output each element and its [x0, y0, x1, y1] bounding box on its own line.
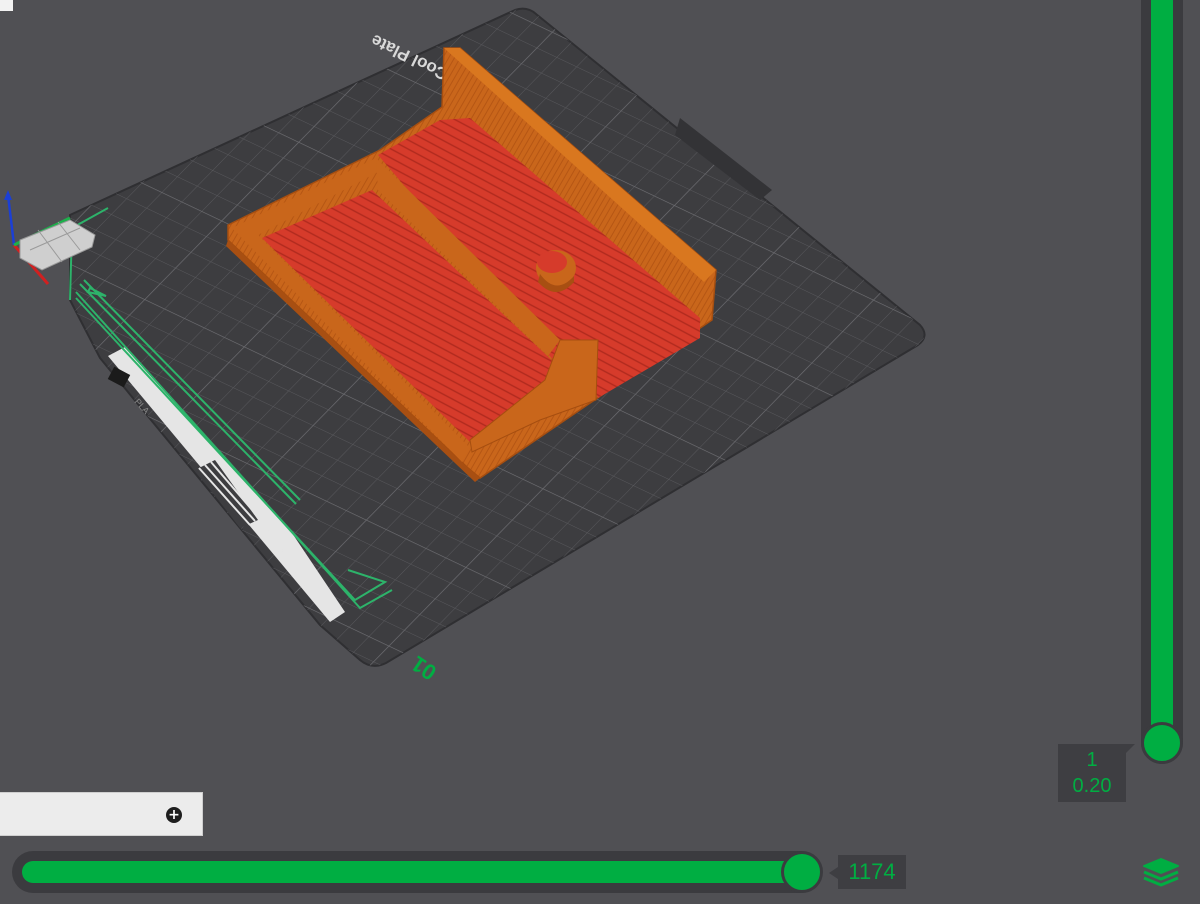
- layer-slider-thumb[interactable]: [1141, 722, 1183, 764]
- plus-circle-icon[interactable]: +: [166, 807, 182, 823]
- layer-slider-track: [1151, 0, 1173, 745]
- move-slider-thumb[interactable]: [781, 851, 823, 893]
- layers-icon[interactable]: [1140, 855, 1182, 891]
- layer-number: 1: [1086, 749, 1098, 771]
- plate-number: 01: [407, 651, 441, 685]
- 3d-viewport[interactable]: PLA GLUE STICK CAN HELP Bambu Cool Plate…: [0, 0, 1200, 904]
- layer-height: 0.20: [1072, 775, 1112, 797]
- layer-slider-value: 1 0.20: [1058, 744, 1135, 802]
- move-slider-value: 1174: [829, 855, 906, 889]
- move-slider-track: [22, 861, 802, 883]
- toolbar-edge: [0, 0, 13, 11]
- legend-panel[interactable]: +: [0, 792, 203, 836]
- layer-slider[interactable]: [1141, 0, 1183, 764]
- move-slider[interactable]: [12, 851, 823, 893]
